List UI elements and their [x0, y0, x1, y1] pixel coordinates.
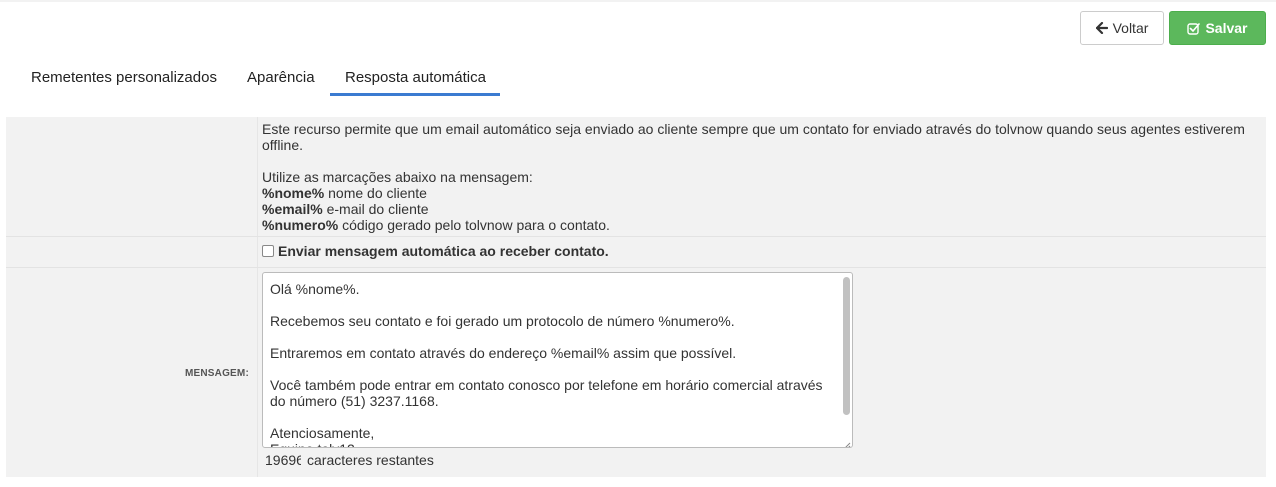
auto-reply-row: Enviar mensagem automática ao receber co…: [6, 237, 1266, 268]
message-textarea[interactable]: Olá %nome%. Recebemos seu contato e foi …: [262, 272, 853, 448]
message-row: MENSAGEM: Olá %nome%. Recebemos seu cont…: [6, 268, 1266, 477]
back-button-label: Voltar: [1112, 20, 1149, 36]
textarea-scrollbar[interactable]: [841, 275, 850, 445]
arrow-left-icon: [1095, 22, 1108, 34]
info-text: Este recurso permite que um email automá…: [262, 121, 1262, 233]
auto-reply-checkbox-label: Enviar mensagem automática ao receber co…: [278, 243, 609, 259]
marker-tag: %numero%: [262, 217, 339, 233]
feature-description: Este recurso permite que um email automá…: [262, 121, 1245, 153]
marker-tag: %nome%: [262, 185, 325, 201]
auto-reply-label-column: [6, 237, 258, 267]
marker-tag: %email%: [262, 201, 323, 217]
tab-remetentes-personalizados[interactable]: Remetentes personalizados: [16, 60, 232, 96]
marker-desc: nome do cliente: [328, 185, 427, 201]
check-square-icon: [1187, 22, 1201, 35]
top-border: [0, 0, 1276, 2]
marker-item: %numero% código gerado pelo tolvnow para…: [262, 217, 1262, 233]
back-button[interactable]: Voltar: [1080, 11, 1164, 45]
resize-grip-icon[interactable]: [842, 437, 851, 447]
marker-item: %email% e-mail do cliente: [262, 201, 1262, 217]
marker-item: %nome% nome do cliente: [262, 185, 1262, 201]
remaining-count: 19696: [265, 452, 301, 468]
remaining-label: caracteres restantes: [307, 452, 434, 468]
char-counter: 19696 caracteres restantes: [265, 452, 434, 468]
save-button-label: Salvar: [1205, 20, 1248, 36]
marker-desc: e-mail do cliente: [326, 201, 429, 217]
auto-reply-checkbox-wrapper[interactable]: Enviar mensagem automática ao receber co…: [262, 243, 609, 259]
textarea-scrollbar-thumb[interactable]: [843, 277, 850, 415]
message-label-column: MENSAGEM:: [6, 268, 258, 477]
markers-intro: Utilize as marcações abaixo na mensagem:: [262, 169, 533, 185]
tab-resposta-automatica[interactable]: Resposta automática: [330, 60, 500, 96]
save-button[interactable]: Salvar: [1169, 11, 1266, 45]
info-row: Este recurso permite que um email automá…: [6, 117, 1266, 237]
tab-aparencia[interactable]: Aparência: [232, 60, 330, 96]
message-label: MENSAGEM:: [184, 368, 249, 379]
auto-reply-checkbox[interactable]: [262, 245, 274, 257]
marker-desc: código gerado pelo tolvnow para o contat…: [342, 217, 610, 233]
settings-panel: Este recurso permite que um email automá…: [6, 117, 1266, 477]
message-text: Olá %nome%. Recebemos seu contato e foi …: [270, 281, 823, 447]
info-label-column: [6, 117, 258, 236]
